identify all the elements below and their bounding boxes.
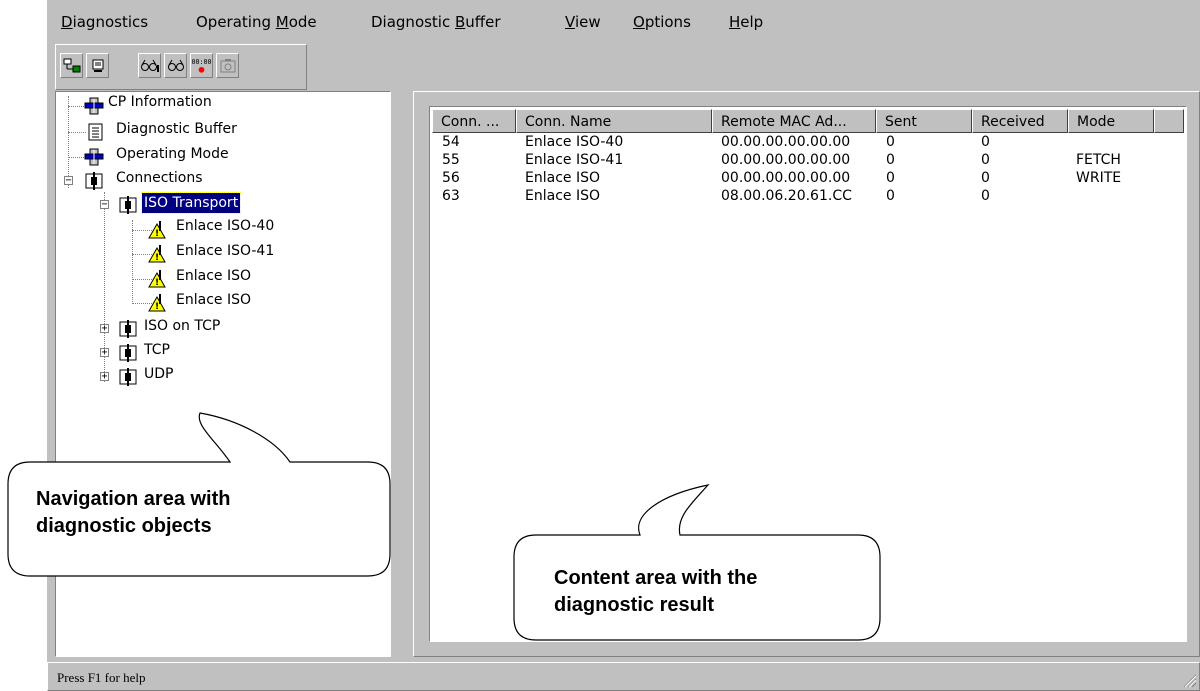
svg-text:!: ! xyxy=(155,278,159,288)
snapshot-button[interactable] xyxy=(216,53,239,78)
record-counter-button[interactable]: 00:00 xyxy=(190,53,213,78)
tree-item-iso-connection[interactable]: ! Enlace ISO xyxy=(56,268,376,289)
status-bar: Press F1 for help xyxy=(47,662,1200,691)
svg-text:00:00: 00:00 xyxy=(191,58,211,66)
connection-type-icon xyxy=(119,344,137,362)
tree-item-diagnostic-buffer[interactable]: Diagnostic Buffer xyxy=(56,121,376,142)
network-connect-icon xyxy=(63,58,80,72)
content-frame: Conn. ... Conn. Name Remote MAC Ad... Se… xyxy=(413,91,1200,657)
menu-operating-mode[interactable]: Operating Mode xyxy=(196,12,317,32)
svg-text:!: ! xyxy=(155,302,159,312)
connections-list[interactable]: Conn. ... Conn. Name Remote MAC Ad... Se… xyxy=(429,106,1187,642)
tree-item-tcp[interactable]: TCP xyxy=(56,342,376,363)
column-header-sent[interactable]: Sent xyxy=(876,109,972,133)
connection-type-icon xyxy=(119,196,137,214)
tree-item-iso-transport[interactable]: ISO Transport xyxy=(56,192,376,215)
svg-text:!: ! xyxy=(155,229,159,239)
column-header-received[interactable]: Received xyxy=(972,109,1068,133)
svg-text:!: ! xyxy=(155,253,159,263)
warning-connection-icon: ! xyxy=(148,221,166,239)
table-row[interactable]: 63 Enlace ISO 08.00.06.20.61.CC 0 0 xyxy=(430,187,1184,205)
tree-item-iso-connection[interactable]: ! Enlace ISO xyxy=(56,292,376,313)
navigation-callout-text: Navigation area with diagnostic objects xyxy=(36,488,231,537)
tree-item-udp[interactable]: UDP xyxy=(56,366,376,387)
connection-type-icon xyxy=(119,368,137,386)
record-counter-icon: 00:00 xyxy=(191,58,212,73)
connection-type-icon xyxy=(119,320,137,338)
operating-mode-icon xyxy=(84,148,104,166)
resize-grip-icon[interactable] xyxy=(1181,672,1197,688)
column-header-mode[interactable]: Mode xyxy=(1068,109,1154,133)
tree-item-connections[interactable]: Connections xyxy=(56,170,376,191)
column-header-remote-mac[interactable]: Remote MAC Ad... xyxy=(712,109,876,133)
status-help-text: Press F1 for help xyxy=(57,670,146,685)
watch-single-button[interactable] xyxy=(138,53,161,78)
menu-help[interactable]: Help xyxy=(729,12,763,32)
menu-diagnostics[interactable]: Diagnostics xyxy=(61,12,148,32)
menu-bar: Diagnostics Operating Mode Diagnostic Bu… xyxy=(47,0,1200,44)
tree-item-cp-information[interactable]: CP Information xyxy=(56,94,376,116)
warning-connection-icon: ! xyxy=(148,245,166,263)
tree-item-iso-connection[interactable]: ! Enlace ISO-41 xyxy=(56,243,376,264)
cp-information-icon xyxy=(84,97,104,115)
toolbar-group-connection xyxy=(60,50,112,82)
connections-icon xyxy=(85,172,103,190)
watch-all-button[interactable] xyxy=(164,53,187,78)
column-header-filler xyxy=(1154,109,1184,133)
warning-connection-icon: ! xyxy=(148,270,166,288)
monitor-icon xyxy=(92,59,103,72)
menu-diagnostic-buffer[interactable]: Diagnostic Buffer xyxy=(371,12,501,32)
menu-options[interactable]: Options xyxy=(633,12,691,32)
navigation-pane[interactable]: CP Information Diagnostic Buffer Operati… xyxy=(55,91,391,657)
tree-item-iso-connection[interactable]: ! Enlace ISO-40 xyxy=(56,218,376,240)
camera-icon xyxy=(220,58,235,72)
column-header-conn-id[interactable]: Conn. ... xyxy=(432,109,516,133)
warning-connection-icon: ! xyxy=(148,294,166,312)
table-row[interactable]: 55 Enlace ISO-41 00.00.00.00.00.00 0 0 F… xyxy=(430,151,1184,169)
network-connect-button[interactable] xyxy=(60,53,83,78)
toolbar-group-view: 00:00 xyxy=(138,50,258,82)
table-row[interactable]: 54 Enlace ISO-40 00.00.00.00.00.00 0 0 xyxy=(430,133,1184,151)
tree-item-iso-on-tcp[interactable]: ISO on TCP xyxy=(56,318,376,339)
content-callout-text: Content area with the diagnostic result xyxy=(554,567,758,616)
column-header-conn-name[interactable]: Conn. Name xyxy=(516,109,712,133)
toolbar: 00:00 xyxy=(55,44,307,90)
tree-item-operating-mode[interactable]: Operating Mode xyxy=(56,146,376,167)
monitor-button[interactable] xyxy=(86,53,109,78)
diagnostic-buffer-icon xyxy=(88,123,103,141)
menu-view[interactable]: View xyxy=(565,12,601,32)
glasses-icon xyxy=(140,59,159,72)
table-row[interactable]: 56 Enlace ISO 00.00.00.00.00.00 0 0 WRIT… xyxy=(430,169,1184,187)
glasses-icon xyxy=(167,59,184,71)
